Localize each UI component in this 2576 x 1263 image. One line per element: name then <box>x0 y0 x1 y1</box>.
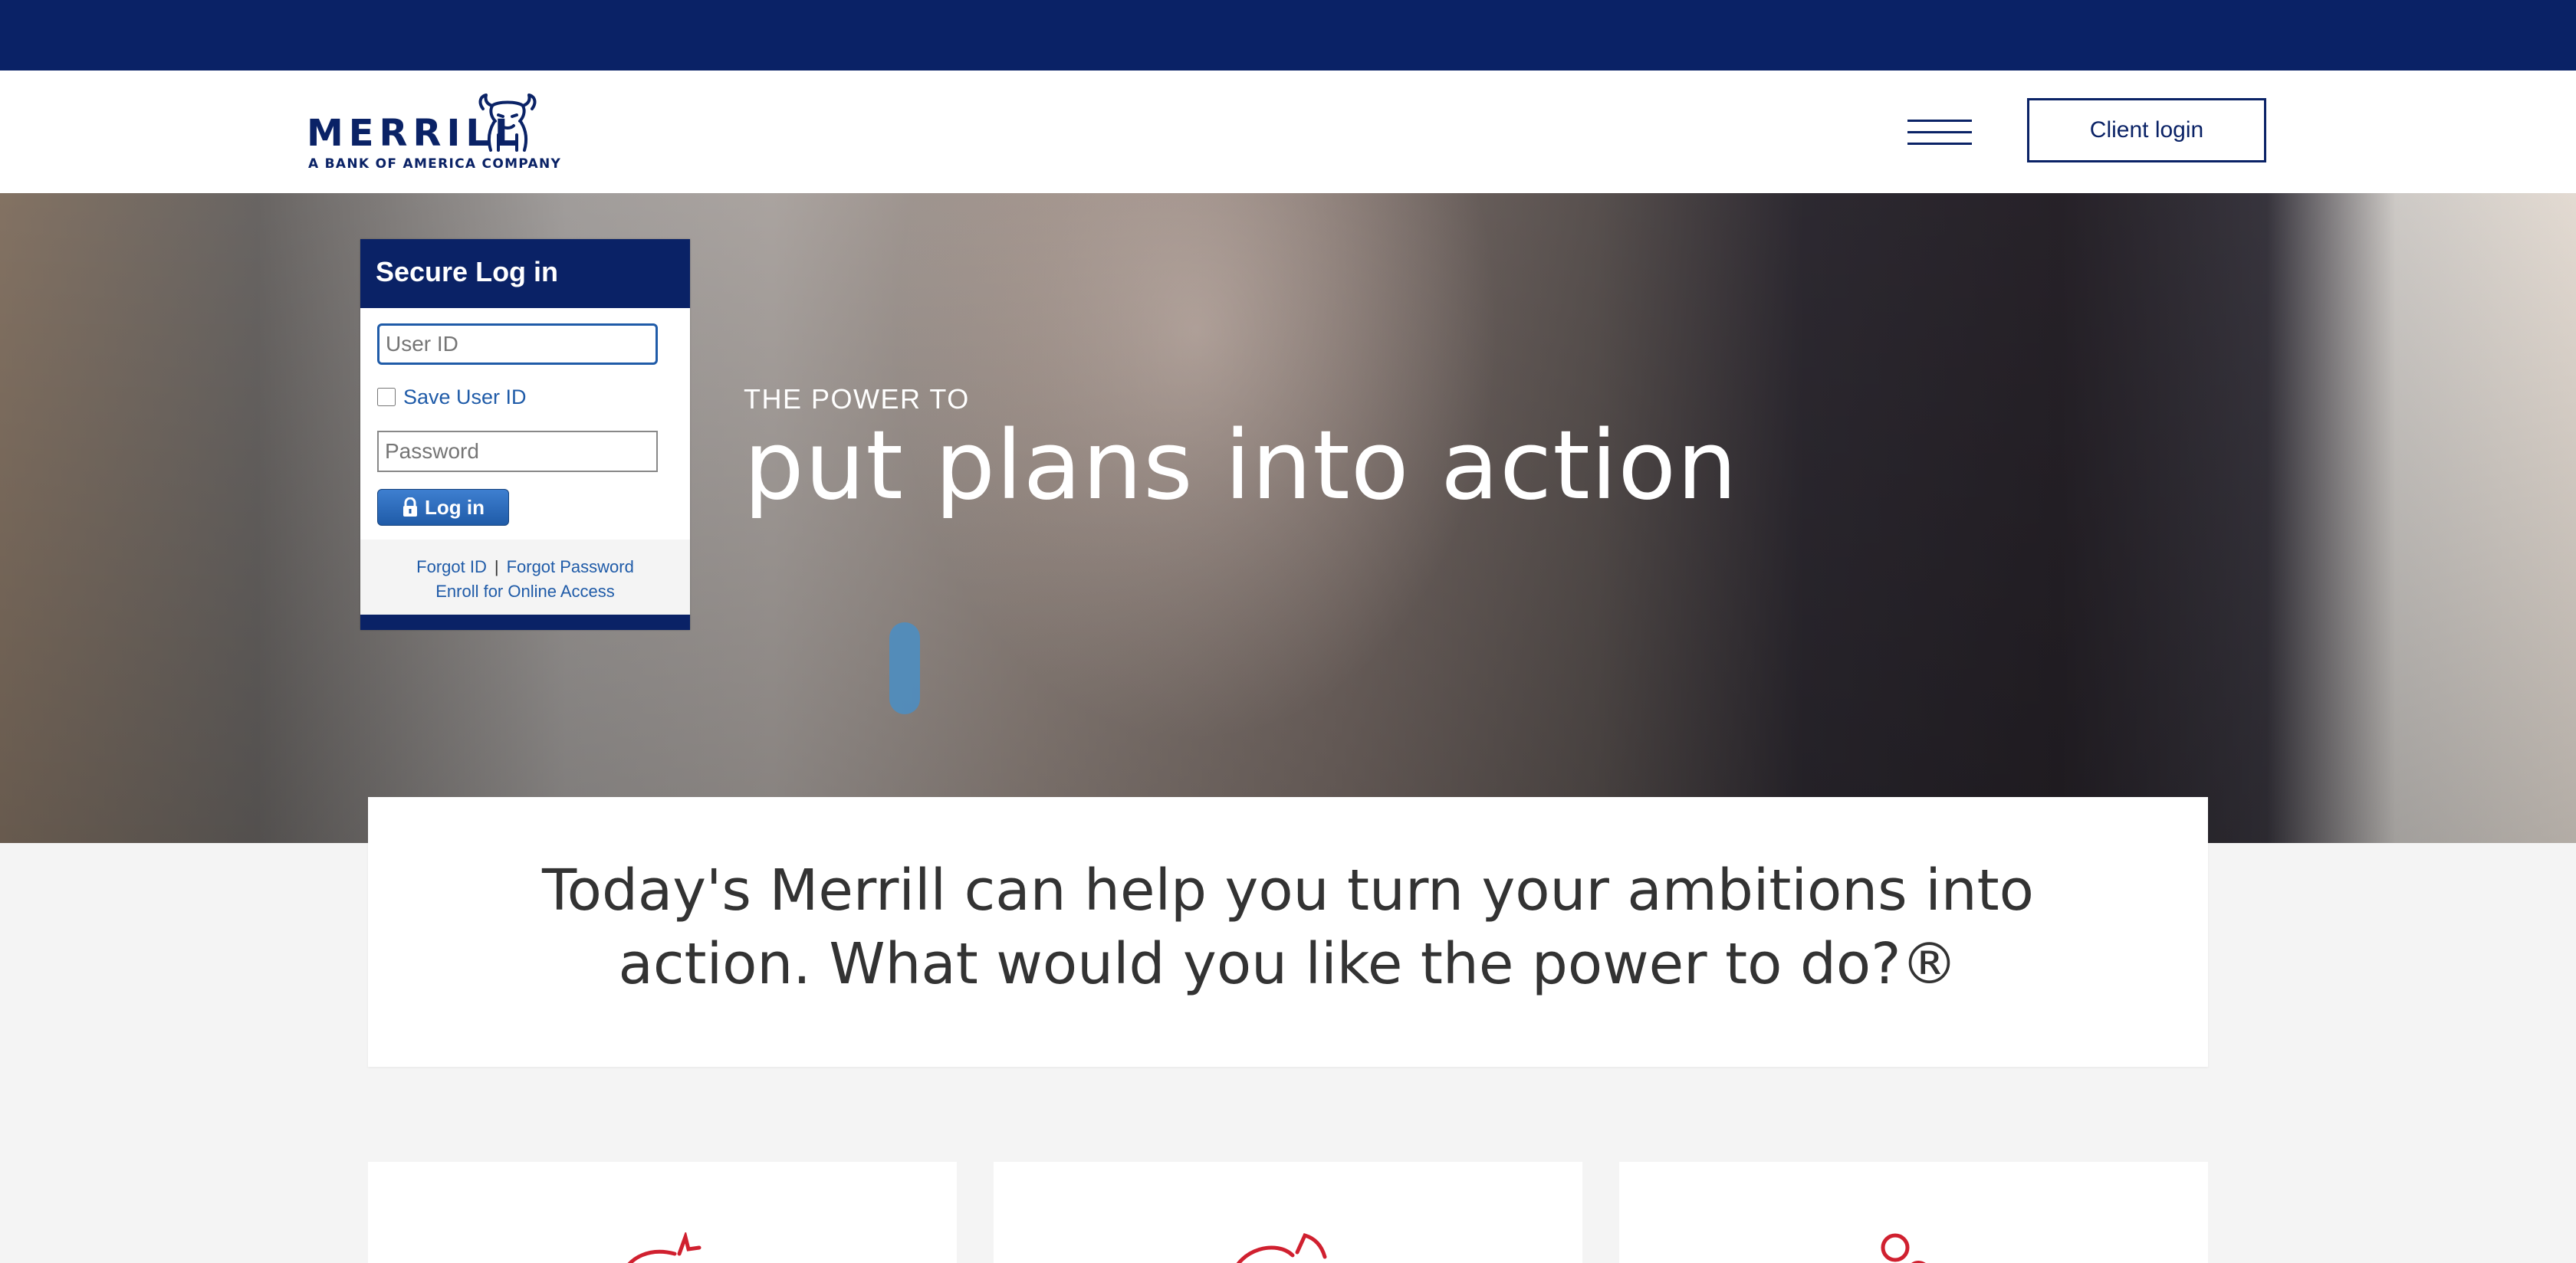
merrill-logo[interactable]: MERRILL A BANK OF AMERICA COMPANY <box>307 92 567 172</box>
forgot-id-link[interactable]: Forgot ID <box>416 557 487 576</box>
hero-headline: put plans into action <box>744 411 1738 521</box>
client-login-button[interactable]: Client login <box>2027 98 2266 162</box>
lock-icon <box>403 497 417 517</box>
people-icon <box>1881 1233 1926 1263</box>
hamburger-menu-icon[interactable] <box>1907 118 1972 147</box>
intro-card: Today's Merrill can help you turn your a… <box>368 797 2208 1067</box>
forgot-password-link[interactable]: Forgot Password <box>507 557 634 576</box>
piggy-bank-icon <box>627 1232 702 1263</box>
logo-wordmark: MERRILL <box>307 112 524 155</box>
intro-statement: Today's Merrill can help you turn your a… <box>542 858 2034 997</box>
logo-tagline: A BANK OF AMERICA COMPANY <box>308 156 562 172</box>
feature-tile[interactable] <box>368 1162 957 1263</box>
enroll-online-access-link[interactable]: Enroll for Online Access <box>435 582 615 601</box>
login-help-links: Forgot ID | Forgot Password Enroll for Onl… <box>360 540 690 625</box>
save-user-id-row: Save User ID <box>377 382 527 412</box>
site-header: MERRILL A BANK OF AMERICA COMPANY Client… <box>0 71 2576 194</box>
hero-text: THE POWER TO put plans into action <box>744 383 1738 521</box>
link-separator: | <box>494 557 499 576</box>
login-panel-title: Secure Log in <box>360 239 690 308</box>
user-id-input[interactable] <box>377 323 658 365</box>
feature-tile[interactable] <box>994 1162 1582 1263</box>
save-user-id-label[interactable]: Save User ID <box>403 385 527 409</box>
pie-chart-icon <box>1236 1233 1327 1263</box>
secure-login-panel: Secure Log in Save User ID Log in Forgot… <box>360 239 690 630</box>
feature-tile[interactable] <box>1619 1162 2208 1263</box>
save-user-id-checkbox[interactable] <box>377 388 396 406</box>
log-in-button[interactable]: Log in <box>377 489 509 526</box>
log-in-button-label: Log in <box>425 495 485 519</box>
top-brand-bar <box>0 0 2576 71</box>
password-input[interactable] <box>377 431 658 472</box>
